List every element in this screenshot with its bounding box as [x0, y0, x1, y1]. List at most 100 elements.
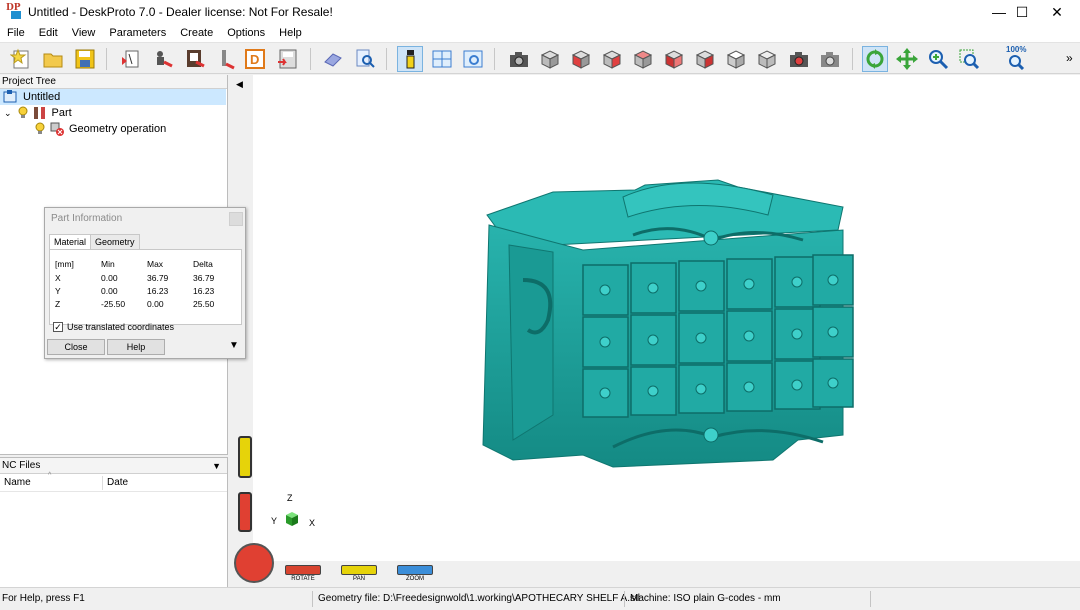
menu-edit[interactable]: Edit — [32, 24, 65, 42]
3d-view[interactable]: Z Y X — [253, 75, 1080, 561]
tab-material[interactable]: Material — [49, 234, 92, 250]
row-delta: 25.50 — [193, 299, 215, 309]
capture-view-button[interactable] — [786, 46, 812, 72]
preview-window-icon — [463, 50, 483, 68]
close-dialog-button[interactable]: Close — [47, 339, 105, 355]
zoom-window-button[interactable] — [956, 46, 982, 72]
restore-view-button[interactable] — [817, 46, 843, 72]
import-part-button[interactable] — [118, 46, 144, 72]
part-information-dialog: Part Information Material Geometry [mm] … — [44, 207, 246, 359]
close-button[interactable]: ✕ — [1034, 0, 1080, 24]
menu-create[interactable]: Create — [173, 24, 220, 42]
layout-button[interactable] — [429, 46, 455, 72]
row-max: 16.23 — [147, 286, 169, 296]
rotate-tool-button[interactable] — [862, 46, 888, 72]
column-date[interactable]: Date — [107, 477, 128, 488]
drawer-grid — [582, 254, 854, 418]
app-window: DP Untitled - DeskProto 7.0 - Dealer lic… — [0, 0, 1080, 609]
pan-tool-button[interactable] — [894, 46, 920, 72]
menu-file[interactable]: File — [0, 24, 32, 42]
pan-arrows-icon — [896, 48, 918, 70]
inspect-button[interactable] — [352, 46, 378, 72]
toolpath-button[interactable] — [214, 46, 240, 72]
column-name[interactable]: Name — [4, 477, 31, 488]
menu-bar: File Edit View Parameters Create Options… — [0, 24, 1080, 42]
zoom-label: ZOOM — [406, 576, 424, 582]
tree-item-geometry-operation[interactable]: Geometry operation — [35, 121, 166, 137]
magnifier-doc-icon — [356, 49, 375, 68]
pan-label: PAN — [353, 576, 365, 582]
tree-item-label: Untitled — [23, 91, 61, 103]
wizard-icon — [187, 50, 205, 68]
tree-item-part[interactable]: ⌄ Part — [4, 105, 72, 121]
menu-view[interactable]: View — [65, 24, 103, 42]
view-right-button[interactable] — [599, 46, 625, 72]
camera-view-button[interactable] — [506, 46, 532, 72]
lightbulb-icon[interactable] — [18, 106, 28, 120]
menu-options[interactable]: Options — [220, 24, 272, 42]
part-information-button[interactable] — [397, 46, 423, 72]
translated-coordinates-option[interactable]: ✓ Use translated coordinates — [53, 322, 174, 332]
project-icon — [3, 90, 17, 103]
menu-parameters[interactable]: Parameters — [102, 24, 173, 42]
pan-button[interactable] — [341, 565, 377, 575]
axis-z-label: Z — [287, 493, 293, 503]
nc-files-header[interactable]: NC Files ▼ — [0, 458, 227, 474]
row-min: -25.50 — [101, 299, 126, 309]
row-min: 0.00 — [101, 286, 118, 296]
view-back-button[interactable] — [630, 46, 656, 72]
save-disk-icon — [75, 49, 95, 69]
folder-icon — [43, 53, 63, 68]
collapse-arrow-icon[interactable]: ◀ — [236, 79, 243, 90]
toolbar-overflow-button[interactable]: » — [1066, 51, 1073, 65]
expand-chevron-icon[interactable]: ⌄ — [4, 105, 12, 121]
view-front-button[interactable] — [568, 46, 594, 72]
row-delta: 16.23 — [193, 286, 215, 296]
status-help: For Help, press F1 — [2, 593, 85, 604]
tab-geometry[interactable]: Geometry — [90, 234, 140, 250]
view-grey-button[interactable] — [754, 46, 780, 72]
cube-iso-icon — [540, 50, 560, 69]
svg-text:D: D — [250, 52, 259, 67]
export-button[interactable] — [274, 46, 300, 72]
camera-icon — [510, 52, 528, 67]
dxf-button[interactable]: D — [242, 46, 268, 72]
menu-help[interactable]: Help — [272, 24, 309, 42]
parameters-button[interactable] — [150, 46, 176, 72]
save-button[interactable] — [72, 46, 98, 72]
zoom-window-icon — [959, 49, 980, 70]
view-top-button[interactable] — [723, 46, 749, 72]
preview-button[interactable] — [460, 46, 486, 72]
open-button[interactable] — [40, 46, 66, 72]
axis-x-label: X — [309, 518, 316, 528]
zoom-slider[interactable] — [238, 436, 252, 478]
wizard-button[interactable] — [182, 46, 208, 72]
rotate-slider[interactable] — [238, 492, 252, 532]
view-bottom-button[interactable] — [692, 46, 718, 72]
translated-coordinates-checkbox[interactable]: ✓ — [53, 322, 63, 332]
lightbulb-icon[interactable] — [35, 122, 45, 136]
zoom-100-button[interactable]: 100% — [1003, 45, 1029, 72]
new-project-button[interactable] — [8, 46, 34, 72]
expand-dialog-arrow-icon[interactable]: ▼ — [229, 340, 239, 351]
rotate-button[interactable] — [285, 565, 321, 575]
view-iso-button[interactable] — [537, 46, 563, 72]
view-left-button[interactable] — [661, 46, 687, 72]
tree-item-project[interactable]: Untitled — [0, 89, 226, 105]
rotate-dial[interactable] — [234, 543, 274, 583]
dropdown-arrow-icon[interactable]: ▼ — [212, 458, 221, 474]
dialog-title: Part Information — [51, 213, 123, 224]
project-tree-title: Project Tree — [0, 75, 227, 89]
help-dialog-button[interactable]: Help — [107, 339, 165, 355]
erase-button[interactable] — [320, 46, 346, 72]
zoom-tool-button[interactable] — [925, 46, 951, 72]
camera-red-icon — [790, 52, 808, 67]
zoom-button[interactable] — [397, 565, 433, 575]
viewport-area: ◀ Z Y X ROTATE PAN ZOOM — [231, 75, 1080, 587]
cube-right-icon — [602, 50, 622, 69]
cutter-icon — [222, 50, 235, 70]
dialog-close-box[interactable] — [229, 212, 243, 226]
apothecary-shelf-model[interactable] — [253, 75, 1080, 561]
dialog-title-bar[interactable]: Part Information — [45, 208, 245, 230]
header-unit: [mm] — [55, 259, 74, 269]
